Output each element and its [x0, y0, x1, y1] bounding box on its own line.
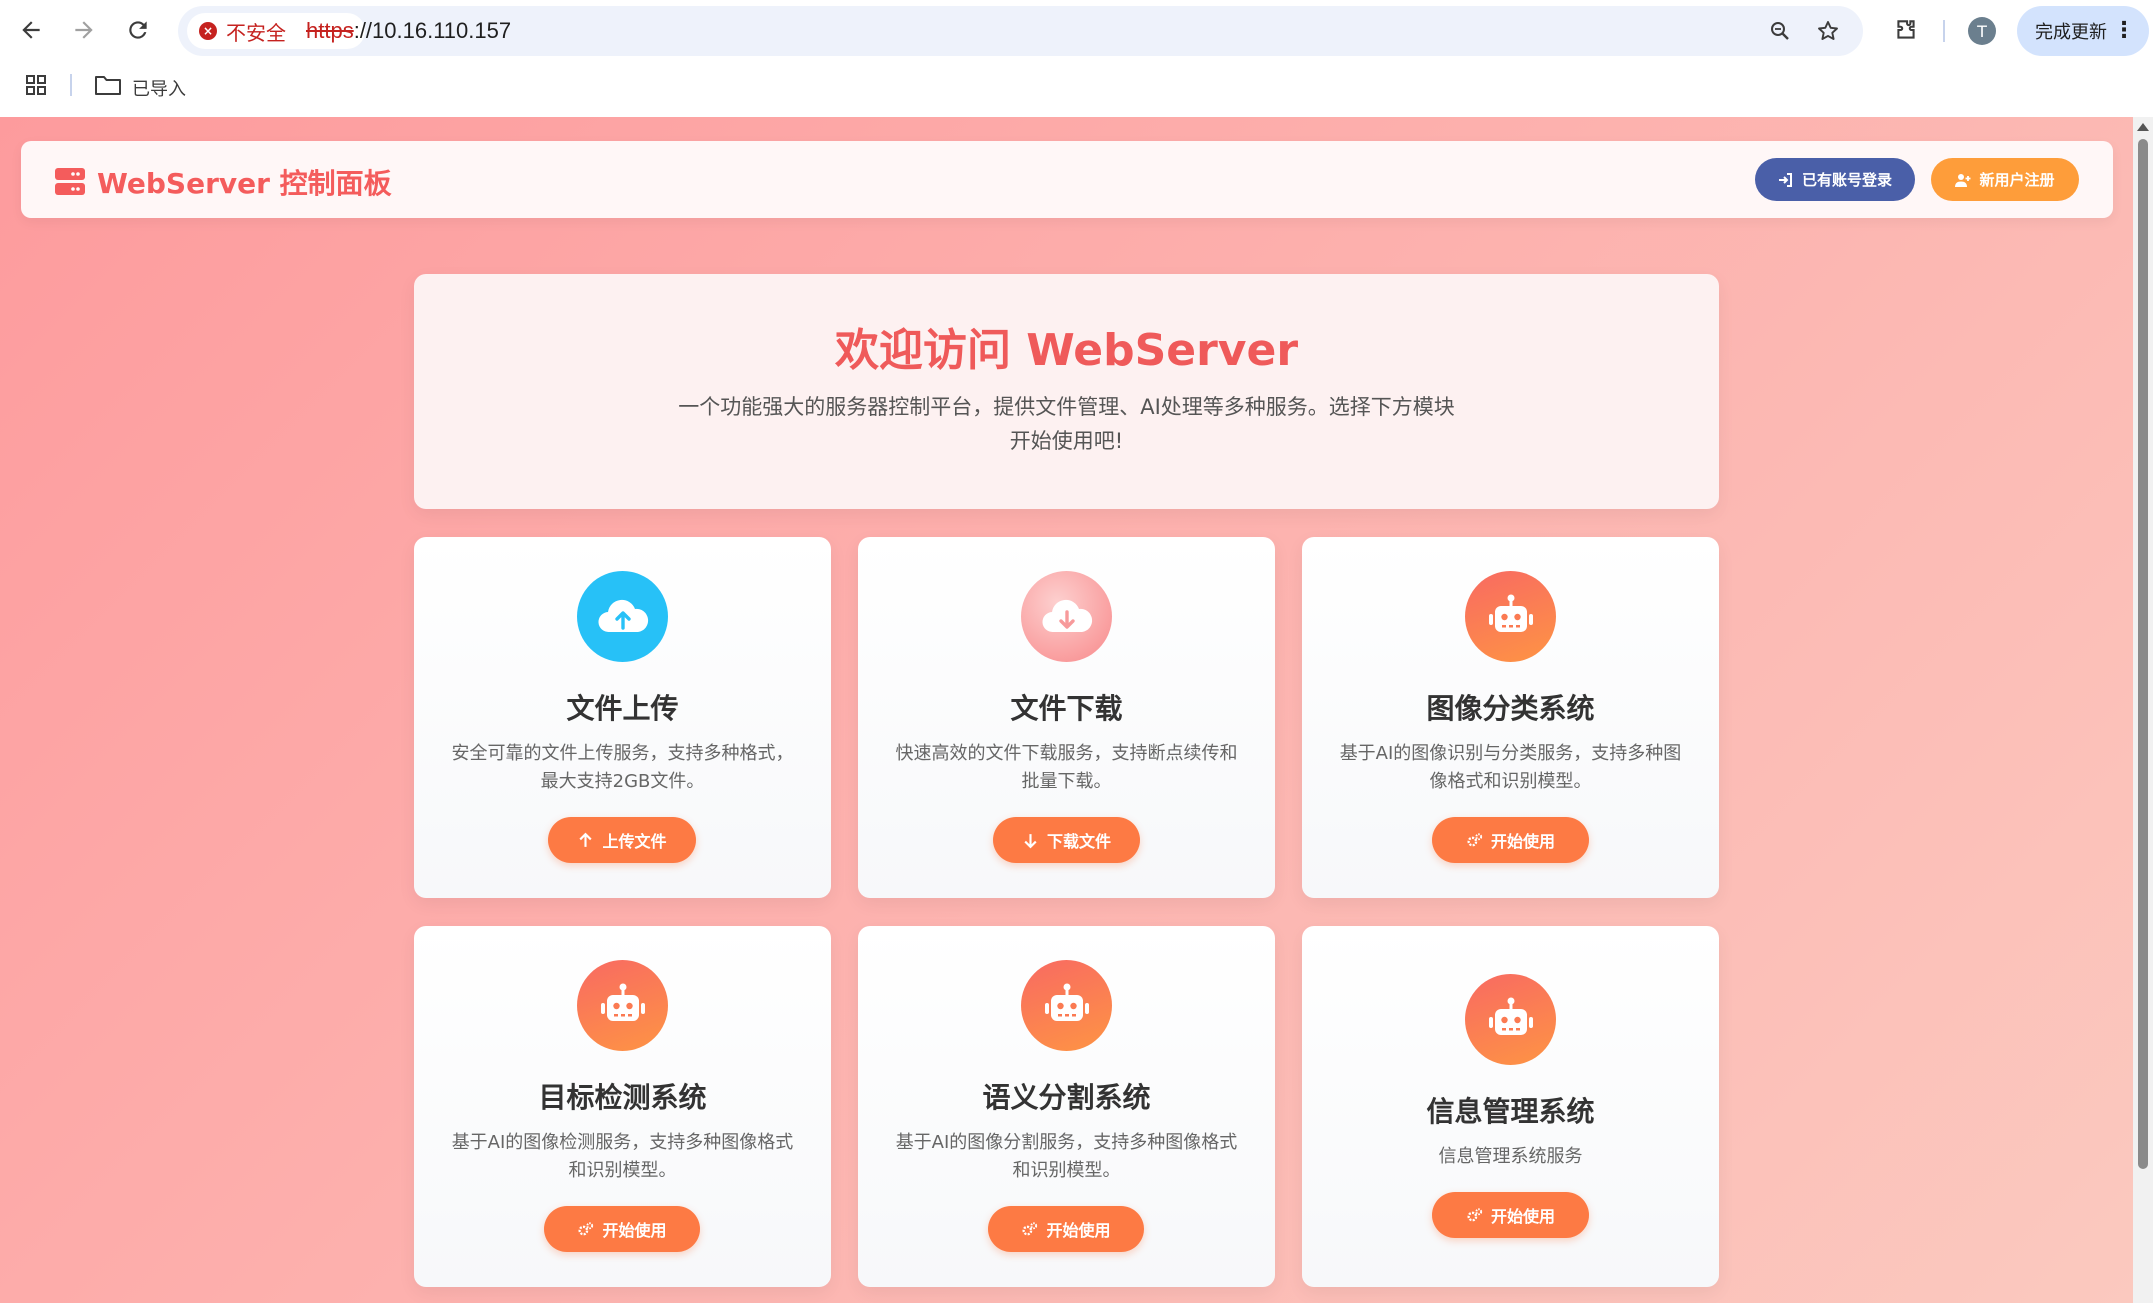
profile-avatar[interactable]: T	[1968, 17, 1996, 45]
scroll-up-arrow-icon[interactable]	[2137, 123, 2149, 131]
update-label: 完成更新	[2035, 22, 2107, 43]
hero-subtitle: 一个功能强大的服务器控制平台，提供文件管理、AI处理等多种服务。选择下方模块开始…	[678, 395, 1455, 453]
server-icon	[55, 168, 85, 195]
puzzle-icon	[1897, 20, 1915, 39]
url-host: ://10.16.110.157	[353, 18, 512, 43]
register-button[interactable]: 新用户注册	[1931, 158, 2079, 201]
zoom-button[interactable]	[1764, 15, 1796, 47]
card-icon-badge	[1465, 571, 1556, 662]
app-header: WebServer 控制面板 已有账号登录 新用户注册	[21, 141, 2113, 218]
card-title: 信息管理系统	[1426, 1095, 1595, 1128]
card-description: 基于AI的图像检测服务，支持多种图像格式和识别模型。	[451, 1132, 794, 1181]
card-icon-badge	[577, 960, 668, 1051]
arrow-down-icon	[1024, 833, 1037, 848]
more-menu-icon: ⋮	[2113, 18, 2135, 43]
brand-title: WebServer 控制面板	[97, 167, 392, 200]
cloud-download-icon	[1041, 599, 1092, 632]
browser-toolbar: × 不安全 https://10.16.110.157 T 完成更新 ⋮	[0, 0, 2153, 61]
page-scrollbar[interactable]	[2133, 117, 2153, 1303]
robot-icon	[1488, 594, 1533, 632]
brand[interactable]: WebServer 控制面板	[54, 162, 392, 202]
robot-icon	[1044, 983, 1089, 1021]
card-semantic-segmentation: 语义分割系统 基于AI的图像分割服务，支持多种图像格式和识别模型。 开始使用	[858, 926, 1275, 1287]
card-description: 安全可靠的文件上传服务，支持多种格式，最大支持2GB文件。	[451, 743, 794, 792]
cogs-icon	[1467, 832, 1483, 846]
update-button[interactable]: 完成更新 ⋮	[2017, 6, 2149, 56]
back-button[interactable]	[11, 10, 51, 50]
card-button-label: 开始使用	[602, 1221, 667, 1240]
card-file-download: 文件下载 快速高效的文件下载服务，支持断点续传和批量下载。 下载文件	[858, 537, 1275, 898]
card-file-upload: 文件上传 安全可靠的文件上传服务，支持多种格式，最大支持2GB文件。 上传文件	[414, 537, 831, 898]
bookmark-star-button[interactable]	[1812, 15, 1844, 47]
cogs-icon	[578, 1221, 594, 1235]
card-button-label: 开始使用	[1490, 832, 1555, 851]
card-title: 语义分割系统	[982, 1081, 1151, 1114]
robot-icon	[600, 983, 645, 1021]
download-file-button[interactable]: 下载文件	[993, 817, 1140, 863]
user-plus-icon	[1955, 173, 1971, 187]
bookmarks-bar	[0, 61, 2153, 117]
url-text[interactable]: https://10.16.110.157	[306, 18, 511, 44]
cloud-upload-icon	[597, 599, 648, 632]
reload-icon	[129, 21, 147, 39]
reload-button[interactable]	[118, 10, 158, 50]
forward-button[interactable]	[64, 10, 104, 50]
card-button-label: 下载文件	[1046, 832, 1111, 851]
login-button[interactable]: 已有账号登录	[1755, 158, 1915, 201]
arrow-up-icon	[579, 832, 593, 847]
folder-icon[interactable]	[94, 73, 122, 97]
sign-in-icon	[1778, 172, 1792, 187]
not-secure-icon: ×	[199, 22, 217, 40]
card-description: 基于AI的图像分割服务，支持多种图像格式和识别模型。	[895, 1132, 1238, 1181]
extensions-button[interactable]	[1888, 12, 1924, 48]
card-title: 图像分类系统	[1426, 692, 1595, 725]
card-button-label: 上传文件	[602, 832, 667, 851]
security-label: 不安全	[226, 20, 286, 45]
card-title: 目标检测系统	[538, 1081, 707, 1114]
card-title: 文件上传	[566, 692, 679, 725]
bookmark-folder-label[interactable]: 已导入	[132, 75, 186, 101]
scrollbar-thumb[interactable]	[2138, 139, 2148, 1169]
bookmarks-divider	[70, 74, 72, 96]
welcome-hero: 欢迎访问 WebServer 一个功能强大的服务器控制平台，提供文件管理、AI处…	[414, 274, 1719, 509]
card-object-detection: 目标检测系统 基于AI的图像检测服务，支持多种图像格式和识别模型。 开始使用	[414, 926, 831, 1287]
arrow-right-icon	[75, 21, 93, 39]
register-label: 新用户注册	[1979, 171, 2055, 189]
card-description: 信息管理系统服务	[1438, 1146, 1583, 1167]
robot-icon	[1488, 997, 1533, 1035]
cogs-icon	[1022, 1221, 1038, 1235]
card-button-label: 开始使用	[1490, 1207, 1555, 1226]
start-button[interactable]: 开始使用	[544, 1206, 700, 1252]
hero-title: 欢迎访问 WebServer	[834, 325, 1299, 376]
card-image-classification: 图像分类系统 基于AI的图像识别与分类服务，支持多种图像格式和识别模型。 开始使…	[1302, 537, 1719, 898]
card-description: 快速高效的文件下载服务，支持断点续传和批量下载。	[895, 743, 1238, 792]
start-button[interactable]: 开始使用	[1432, 1192, 1589, 1238]
card-information-management: 信息管理系统 信息管理系统服务 开始使用	[1302, 926, 1719, 1287]
star-icon	[1818, 21, 1838, 40]
card-description: 基于AI的图像识别与分类服务，支持多种图像格式和识别模型。	[1339, 743, 1682, 792]
arrow-left-icon	[22, 21, 40, 39]
cogs-icon	[1467, 1207, 1483, 1221]
card-icon-badge	[577, 571, 668, 662]
start-button[interactable]: 开始使用	[1432, 817, 1589, 863]
card-icon-badge	[1021, 960, 1112, 1051]
card-icon-badge	[1465, 974, 1556, 1065]
toolbar-divider	[1943, 20, 1945, 42]
upload-file-button[interactable]: 上传文件	[548, 817, 696, 863]
address-bar[interactable]: × 不安全 https://10.16.110.157	[178, 6, 1863, 56]
start-button[interactable]: 开始使用	[988, 1206, 1144, 1252]
card-title: 文件下载	[1010, 692, 1123, 725]
card-icon-badge	[1021, 571, 1112, 662]
card-button-label: 开始使用	[1046, 1221, 1111, 1240]
login-label: 已有账号登录	[1801, 171, 1892, 189]
apps-grid-icon[interactable]	[24, 73, 48, 97]
url-scheme: https	[306, 18, 354, 43]
zoom-icon	[1771, 22, 1789, 40]
page-viewport: WebServer 控制面板 已有账号登录 新用户注册 欢迎访问 WebServ…	[0, 117, 2133, 1303]
